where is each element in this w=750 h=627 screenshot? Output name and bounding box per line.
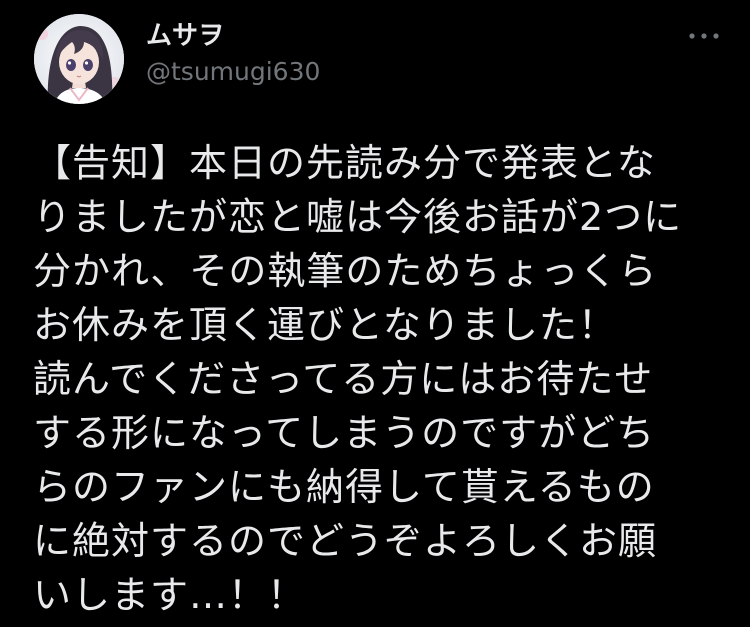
tweet-text-line: する形になってしまうのですがどち [33, 411, 656, 455]
tweet-text-line: らのファンにも納得して貰えるもの [33, 465, 655, 509]
more-options-button[interactable] [684, 26, 724, 46]
tweet: ムサヲ @tsumugi630 【告知】本日の先読み分で発表とな りましたが恋と… [0, 0, 750, 627]
tweet-text-line: 分かれ、その執筆のためちょっくら [33, 249, 658, 293]
tweet-header: ムサヲ @tsumugi630 [34, 14, 724, 106]
tweet-text-line: 読んでくださってる方にはお待たせ [33, 357, 654, 401]
author-handle[interactable]: @tsumugi630 [146, 56, 320, 88]
tweet-text-line: りましたが恋と嘘は今後お話が2つに [33, 195, 683, 239]
tweet-text-line: いします…！！ [33, 573, 307, 617]
anime-girl-avatar-icon [34, 14, 124, 104]
more-options-icon [689, 33, 719, 39]
tweet-text-line: に絶対するのでどうぞよろしくお願 [33, 519, 658, 563]
tweet-text-line: 【告知】本日の先読み分で発表とな [33, 141, 656, 185]
tweet-text-line: お休みを頂く運びとなりました！ [33, 303, 617, 347]
tweet-text: 【告知】本日の先読み分で発表とな りましたが恋と嘘は今後お話が2つに 分かれ、そ… [33, 136, 733, 622]
avatar[interactable] [34, 14, 124, 104]
author-names: ムサヲ @tsumugi630 [146, 20, 320, 88]
author-display-name[interactable]: ムサヲ [146, 20, 320, 52]
